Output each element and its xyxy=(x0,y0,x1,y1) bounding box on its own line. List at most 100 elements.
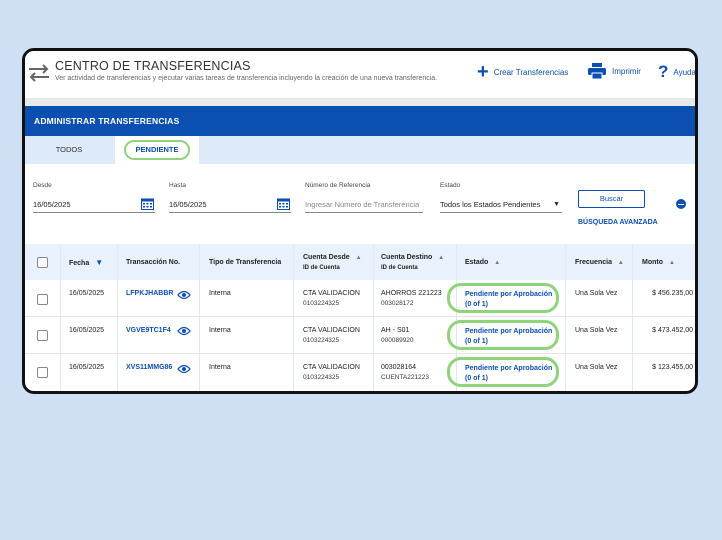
row-desde-id: 0103224325 xyxy=(303,300,340,307)
row-checkbox[interactable] xyxy=(37,367,48,378)
sort-arrow-icon: ▲ xyxy=(668,260,675,266)
row-tipo: Interna xyxy=(209,327,231,334)
referencia-label: Número de Referencia xyxy=(305,182,371,189)
app-window: CENTRO DE TRANSFERENCIAS Ver actividad d… xyxy=(22,48,698,394)
sort-arrow-icon: ▲ xyxy=(617,260,624,266)
sort-arrow-icon: ▲ xyxy=(494,260,501,266)
row-desde-id: 0103224325 xyxy=(303,337,340,344)
status-badge[interactable]: Pendiente por Aprobación (0 of 1) xyxy=(447,320,559,350)
help-icon: ? xyxy=(658,62,669,81)
status-badge[interactable]: Pendiente por Aprobación (0 of 1) xyxy=(447,283,559,313)
estado-value: Todos los Estados Pendientes xyxy=(440,200,541,209)
col-estado-label: Estado xyxy=(465,259,489,266)
help-button[interactable]: ? Ayuda xyxy=(658,62,696,81)
eye-icon[interactable] xyxy=(177,364,191,374)
tab-pendiente[interactable]: PENDIENTE xyxy=(115,136,199,164)
col-monto-label: Monto xyxy=(642,259,663,266)
status-line1: Pendiente por Aprobación xyxy=(465,365,553,372)
header-divider xyxy=(25,99,695,106)
tab-pendiente-label: PENDIENTE xyxy=(123,140,191,160)
row-checkbox[interactable] xyxy=(37,294,48,305)
row-cuenta-desde: CTA VALIDACION 0103224325 xyxy=(303,289,360,309)
hasta-label: Hasta xyxy=(169,182,186,189)
row-cuenta-desde: CTA VALIDACION 0103224325 xyxy=(303,363,360,383)
row-frecuencia: Una Sola Vez xyxy=(575,327,618,334)
col-cuenta-desde[interactable]: Cuenta Desde ▲ ID de Cuenta xyxy=(303,253,362,273)
col-cuenta-destino-label: Cuenta Destino xyxy=(381,254,433,261)
search-button[interactable]: Buscar xyxy=(578,190,645,208)
sort-arrow-icon: ▲ xyxy=(355,255,362,261)
table-row: 16/05/2025 VGVE9TC1F4 Interna CTA VALIDA… xyxy=(25,317,695,354)
print-button[interactable]: Imprimir xyxy=(588,63,641,79)
col-cuenta-destino[interactable]: Cuenta Destino ▲ ID de Cuenta xyxy=(381,253,444,273)
row-desde-name: CTA VALIDACION xyxy=(303,327,360,334)
status-line2: (0 of 1) xyxy=(465,301,488,308)
advanced-search-link[interactable]: BÚSQUEDA AVANZADA xyxy=(578,219,658,226)
row-cuenta-destino: 003028164 CUENTA221223 xyxy=(381,363,429,383)
new-transfer-label: Crear Transferencias xyxy=(493,67,569,77)
col-transaccion: Transacción No. xyxy=(126,259,181,266)
col-estado[interactable]: Estado ▲ xyxy=(465,258,500,268)
col-cuenta-desde-sub: ID de Cuenta xyxy=(303,265,340,271)
row-monto: $ 123.455,00 xyxy=(652,364,693,371)
row-desde-name: CTA VALIDACION xyxy=(303,290,360,297)
page-header: CENTRO DE TRANSFERENCIAS Ver actividad d… xyxy=(25,51,695,99)
row-checkbox[interactable] xyxy=(37,330,48,341)
collapse-icon[interactable] xyxy=(676,199,686,209)
referencia-input[interactable]: Ingresar Número de Transferencia xyxy=(305,196,423,213)
hasta-value: 16/05/2025 xyxy=(169,200,207,209)
eye-icon[interactable] xyxy=(177,290,191,300)
section-title-bar: ADMINISTRAR TRANSFERENCIAS xyxy=(25,106,695,136)
status-badge[interactable]: Pendiente por Aprobación (0 of 1) xyxy=(447,357,559,387)
row-transaccion-link[interactable]: LFPKJHABBR xyxy=(126,289,173,299)
eye-icon[interactable] xyxy=(177,326,191,336)
col-fecha-label: Fecha xyxy=(69,260,90,267)
row-transaccion-link[interactable]: VGVE9TC1F4 xyxy=(126,326,171,336)
status-line2: (0 of 1) xyxy=(465,375,488,382)
row-destino-id: 000089920 xyxy=(381,337,414,344)
col-monto[interactable]: Monto ▲ xyxy=(642,258,675,268)
desde-label: Desde xyxy=(33,182,52,189)
col-cuenta-desde-label: Cuenta Desde xyxy=(303,254,350,261)
referencia-placeholder: Ingresar Número de Transferencia xyxy=(305,200,420,209)
row-fecha: 16/05/2025 xyxy=(69,290,105,297)
select-all-checkbox[interactable] xyxy=(37,257,48,268)
row-frecuencia: Una Sola Vez xyxy=(575,364,618,371)
estado-select[interactable]: Todos los Estados Pendientes ▼ xyxy=(440,196,562,213)
row-tipo: Interna xyxy=(209,364,231,371)
row-destino-name: AHORROS 221223 xyxy=(381,290,442,297)
tab-bar: TODOS PENDIENTE xyxy=(25,136,695,164)
row-destino-id: 003028172 xyxy=(381,300,414,307)
col-frecuencia[interactable]: Frecuencia ▲ xyxy=(575,258,624,268)
hasta-field[interactable]: 16/05/2025 xyxy=(169,196,291,213)
col-frecuencia-label: Frecuencia xyxy=(575,259,612,266)
row-destino-id: CUENTA221223 xyxy=(381,374,429,381)
status-line1: Pendiente por Aprobación xyxy=(465,291,553,298)
row-desde-id: 0103224325 xyxy=(303,374,340,381)
row-cuenta-desde: CTA VALIDACION 0103224325 xyxy=(303,326,360,346)
row-monto: $ 473.452,00 xyxy=(652,327,693,334)
row-transaccion-link[interactable]: XVS11MMG86 xyxy=(126,363,172,373)
desde-field[interactable]: 16/05/2025 xyxy=(33,196,155,213)
help-label: Ayuda xyxy=(673,67,696,77)
row-destino-name: 003028164 xyxy=(381,364,417,371)
table-row: 16/05/2025 LFPKJHABBR Interna CTA VALIDA… xyxy=(25,280,695,317)
row-cuenta-destino: AH - S01 000089920 xyxy=(381,326,414,346)
table-row: 16/05/2025 XVS11MMG86 Interna CTA VALIDA… xyxy=(25,354,695,391)
row-frecuencia: Una Sola Vez xyxy=(575,290,618,297)
new-transfer-button[interactable]: + Crear Transferencias xyxy=(477,61,569,83)
status-line1: Pendiente por Aprobación xyxy=(465,328,553,335)
page-subtitle: Ver actividad de transferencias y ejecut… xyxy=(55,75,438,82)
col-fecha[interactable]: Fecha ▼ xyxy=(69,258,103,268)
plus-icon: + xyxy=(477,61,489,83)
estado-label: Estado xyxy=(440,182,461,189)
tab-todos[interactable]: TODOS xyxy=(25,136,113,164)
calendar-icon[interactable] xyxy=(141,198,154,210)
table-header: Fecha ▼ Transacción No. Tipo de Transfer… xyxy=(25,244,695,280)
printer-icon xyxy=(588,63,606,79)
calendar-icon[interactable] xyxy=(277,198,290,210)
row-fecha: 16/05/2025 xyxy=(69,364,105,371)
row-monto: $ 456.235,00 xyxy=(652,290,693,297)
row-cuenta-destino: AHORROS 221223 003028172 xyxy=(381,289,442,309)
col-tipo: Tipo de Transferencia xyxy=(209,259,282,266)
